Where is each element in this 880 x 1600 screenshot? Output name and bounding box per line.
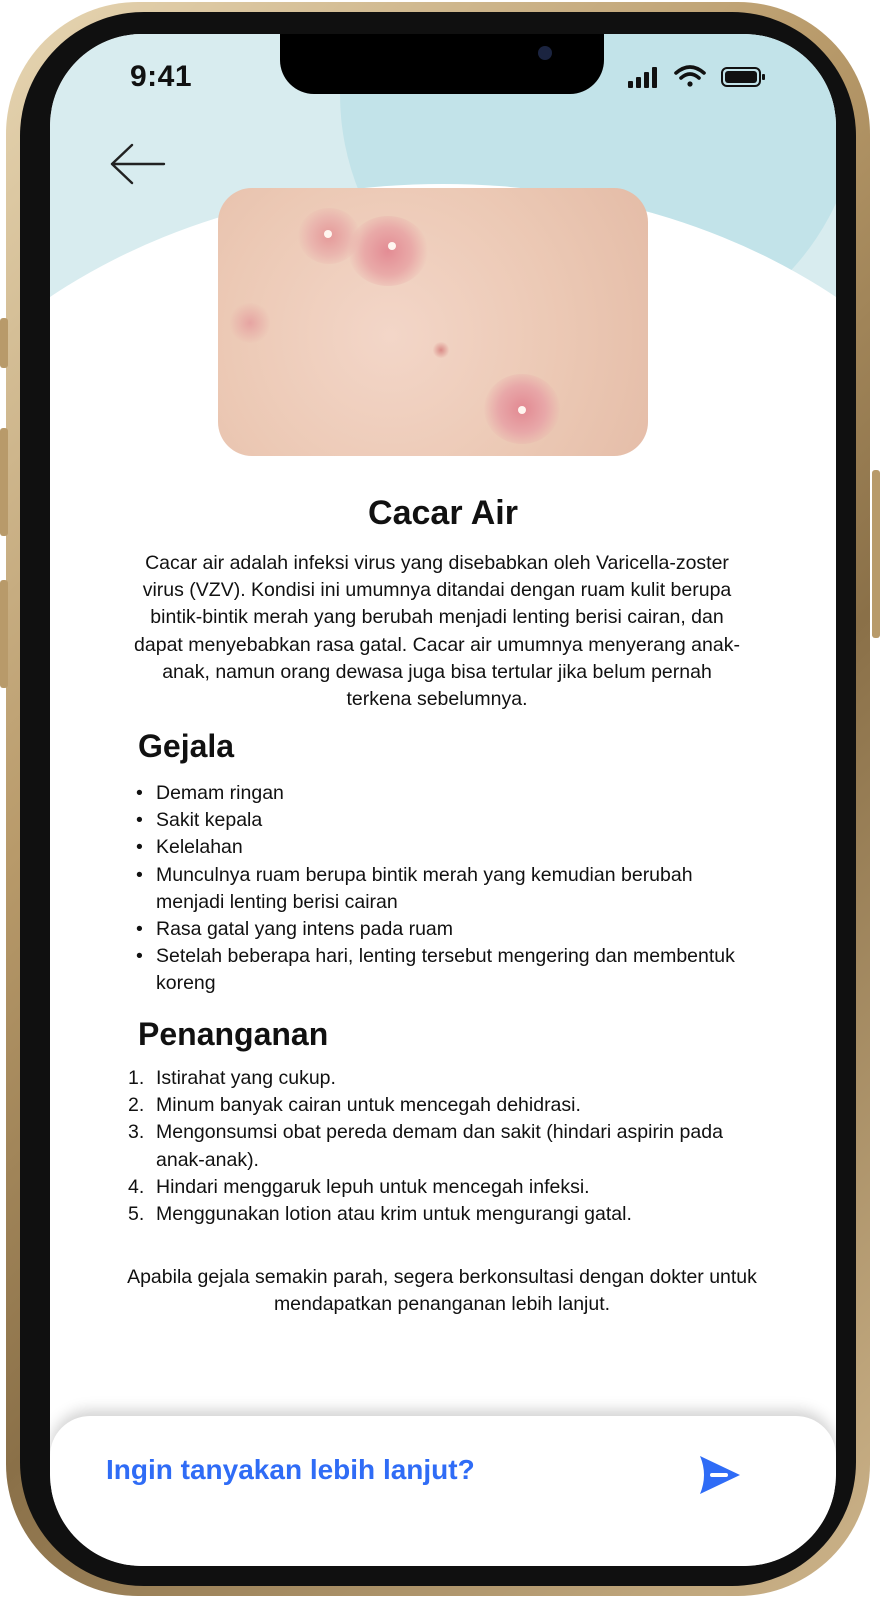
list-number: 5. (128, 1203, 145, 1226)
bullet: • (136, 782, 143, 804)
status-time: 9:41 (130, 60, 193, 93)
list-number: 3. (128, 1121, 145, 1144)
status-icons (628, 65, 765, 88)
symptom-text: Setelah beberapa hari, lenting tersebut … (156, 945, 735, 995)
article-title: Cacar Air (368, 494, 518, 532)
symptoms-list: • Demam ringan • Sakit kepala • Kelelahan •… (134, 780, 754, 998)
send-icon[interactable] (696, 1452, 742, 1498)
list-item: • Setelah beberapa hari, lenting tersebut… (134, 943, 754, 997)
bullet: • (136, 809, 143, 832)
article-footer-note: Apabila gejala semakin parah, segera ber… (127, 1266, 757, 1316)
symptom-text: Demam ringan (156, 782, 284, 804)
rash-spot (228, 303, 272, 343)
chickenpox-skin-photo (218, 188, 648, 456)
volume-down-button (0, 580, 8, 688)
symptoms-heading: Gejala (138, 728, 235, 764)
treatment-heading: Penanganan (138, 1016, 329, 1052)
ask-more-bar[interactable]: Ingin tanyakan lebih lanjut? (50, 1416, 836, 1566)
symptom-text: Munculnya ruam berupa bintik merah yang … (156, 863, 693, 913)
mute-switch (0, 318, 8, 368)
bullet: • (136, 836, 143, 859)
app-screen: 9:41 Cacar Air Cacar air adalah infeksi … (50, 34, 836, 1566)
list-item: • Sakit kepala (134, 807, 754, 834)
signal-icon (628, 67, 657, 88)
symptom-text: Kelelahan (156, 836, 243, 859)
bullet: • (136, 918, 143, 941)
wifi-icon (674, 65, 706, 87)
list-item: • Kelelahan (134, 834, 754, 861)
list-item: 5. Menggunakan lotion atau krim untuk men… (124, 1201, 764, 1228)
treatment-text: Minum banyak cairan untuk mencegah dehid… (156, 1094, 581, 1117)
list-item: 2. Minum banyak cairan untuk mencegah deh… (124, 1092, 764, 1119)
treatment-list: 1. Istirahat yang cukup. 2. Minum banyak c… (124, 1065, 764, 1228)
battery-icon (721, 67, 765, 87)
blister (324, 230, 332, 238)
treatment-text: Menggunakan lotion atau krim untuk mengu… (156, 1203, 632, 1226)
ask-more-prompt[interactable]: Ingin tanyakan lebih lanjut? (106, 1454, 475, 1486)
symptom-text: Sakit kepala (156, 809, 263, 832)
symptom-text: Rasa gatal yang intens pada ruam (156, 918, 454, 941)
rash-spot (432, 342, 450, 358)
blister (518, 406, 526, 414)
blister (388, 242, 396, 250)
front-camera (538, 46, 552, 60)
list-number: 1. (128, 1067, 145, 1089)
bullet: • (136, 945, 143, 968)
arrow-left-icon[interactable] (108, 142, 166, 186)
list-item: • Demam ringan (134, 780, 754, 807)
treatment-text: Istirahat yang cukup. (156, 1067, 336, 1089)
list-number: 4. (128, 1175, 145, 1198)
notch (280, 34, 604, 94)
list-item: • Munculnya ruam berupa bintik merah yang… (134, 862, 754, 916)
list-number: 2. (128, 1094, 145, 1117)
rash-spot (348, 216, 428, 286)
treatment-text: Mengonsumsi obat pereda demam dan sakit … (156, 1121, 723, 1171)
list-item: 3. Mengonsumsi obat pereda demam dan saki… (124, 1119, 764, 1173)
list-item: • Rasa gatal yang intens pada ruam (134, 916, 754, 943)
treatment-text: Hindari menggaruk lepuh untuk mencegah i… (156, 1175, 590, 1198)
bullet: • (136, 863, 143, 886)
volume-up-button (0, 428, 8, 536)
list-item: 4. Hindari menggaruk lepuh untuk mencegah… (124, 1174, 764, 1201)
article-description: Cacar air adalah infeksi virus yang dise… (134, 552, 740, 711)
power-button (872, 470, 880, 638)
list-item: 1. Istirahat yang cukup. (124, 1065, 764, 1092)
